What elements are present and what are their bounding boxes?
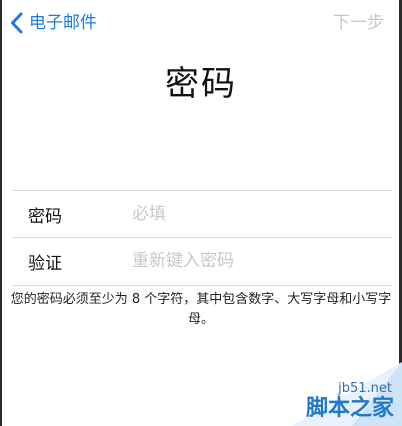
password-row: 密码 [12,191,392,237]
password-label: 密码 [28,206,62,227]
screen: 电子邮件 下一步 密码 密码 验证 您的密码必须至少为 8 个字符，其中包含数字… [0,0,402,426]
next-step-button[interactable]: 下一步 [333,10,384,36]
verify-password-input[interactable] [118,246,392,276]
form-bottom-divider [12,285,392,286]
back-button[interactable]: 电子邮件 [10,10,97,36]
back-button-label: 电子邮件 [29,13,97,33]
page-title: 密码 [165,64,237,104]
password-requirements-hint: 您的密码必须至少为 8 个字符，其中包含数字、大写字母和小写字母。 [10,292,392,327]
verify-label: 验证 [28,253,62,274]
verify-row: 验证 [12,238,392,284]
password-input[interactable] [118,199,392,229]
chevron-left-icon [11,12,23,34]
watermark-name: 脚本之家 [305,396,394,421]
